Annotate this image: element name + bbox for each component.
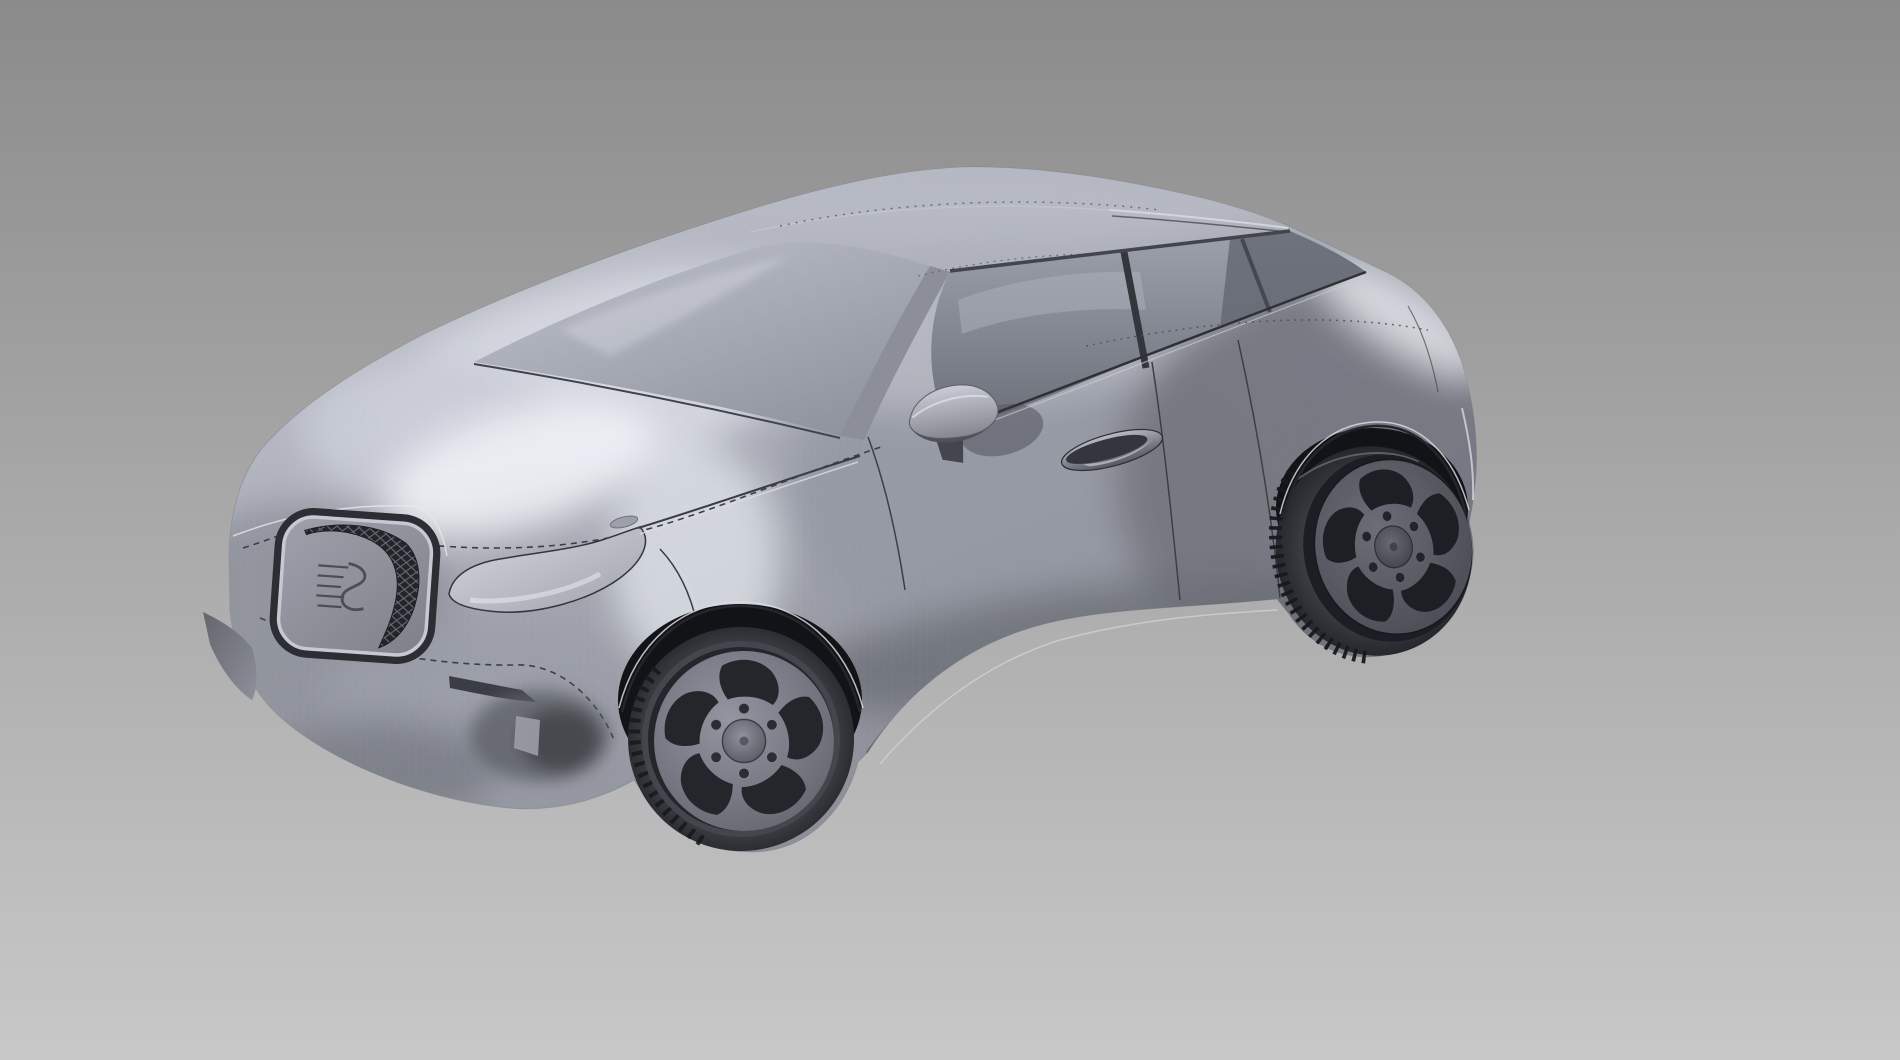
front-rim	[654, 651, 834, 831]
render-viewport	[0, 0, 1900, 1060]
render-canvas	[0, 0, 1900, 1060]
front-wheel	[628, 627, 854, 851]
bumper-intake-recess	[470, 690, 610, 782]
front-grille	[272, 511, 437, 662]
